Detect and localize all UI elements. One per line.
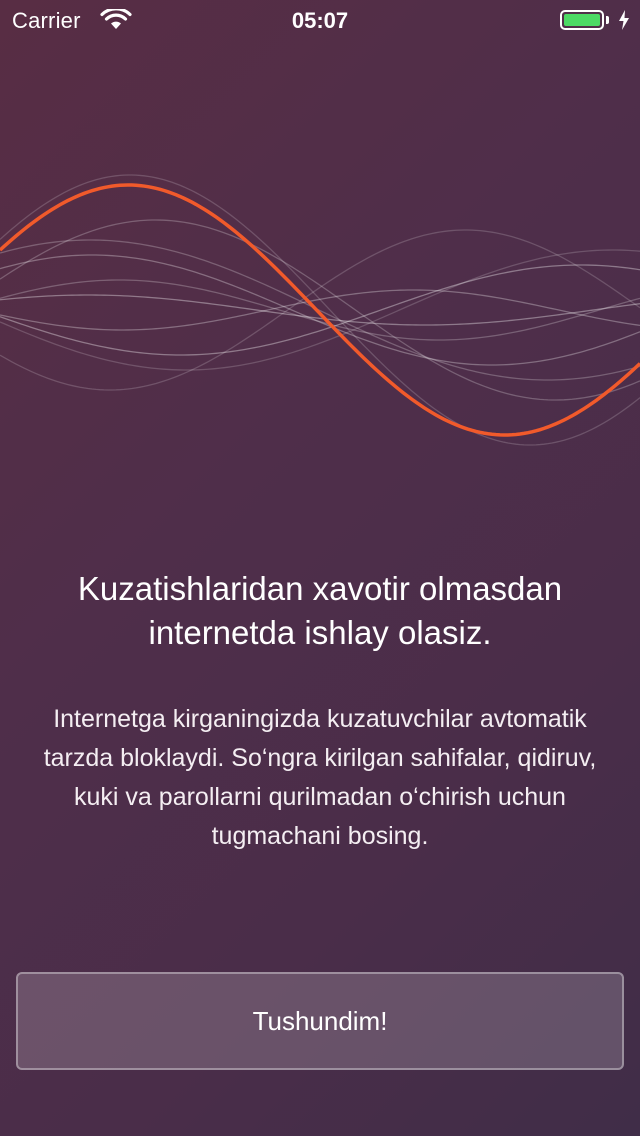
status-time: 05:07: [291, 8, 349, 33]
sound-wave-illustration: [0, 174, 640, 446]
onboarding-screen: Carrier 05:07 Kuzatishlaridan xavotir ol…: [0, 0, 640, 1136]
onboarding-headline: Kuzatishlaridan xavotir olmasdan interne…: [77, 570, 563, 651]
onboarding-description: Internetga kirganingizda kuzatuvchilar a…: [43, 705, 597, 850]
charging-bolt-icon: [619, 10, 629, 30]
got-it-button[interactable]: Tushundim!: [16, 972, 624, 1070]
battery-level: [564, 14, 600, 26]
battery-cap: [606, 16, 609, 24]
wave-line: [0, 239, 640, 381]
battery-icon: [560, 10, 604, 30]
status-bar: Carrier 05:07: [0, 0, 640, 40]
